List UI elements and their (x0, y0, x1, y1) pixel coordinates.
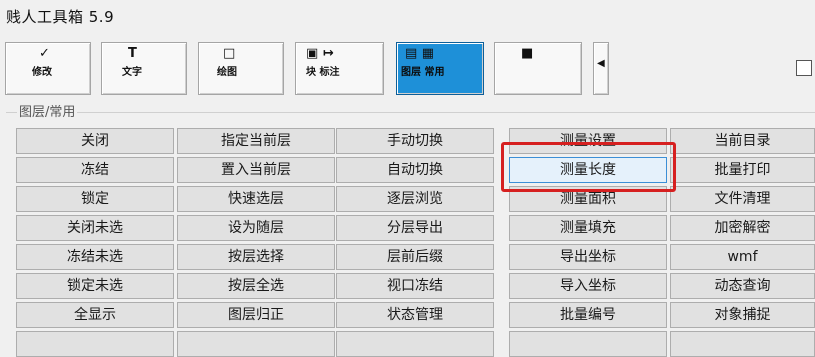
toolbar-scroll-left-button[interactable]: ◀ (593, 42, 609, 95)
toolbar-block-dim-label: 块 标注 (306, 67, 340, 78)
cmd-dynamic-query[interactable]: 动态查询 (670, 273, 815, 299)
toolbar-layer-common-button[interactable]: ▤ ▦ 图层 常用 (396, 42, 484, 95)
triangle-left-icon: ◀ (597, 58, 605, 69)
toolbar-layer-common-label: 图层 常用 (401, 67, 445, 78)
toolbar-modify-button[interactable]: ✓ 修改 (5, 42, 91, 95)
cmd-batch-number[interactable]: 批量编号 (509, 302, 667, 328)
cmd-import-coords[interactable]: 导入坐标 (509, 273, 667, 299)
cmd-file-cleanup[interactable]: 文件清理 (670, 186, 815, 212)
toolbar-draw-button[interactable]: □ 绘图 (198, 42, 284, 95)
toolbar-draw-label: 绘图 (217, 67, 237, 78)
cmd-close[interactable]: 关闭 (16, 128, 174, 154)
toolbar-text-label: 文字 (122, 67, 142, 78)
cmd-show-all[interactable]: 全显示 (16, 302, 174, 328)
misc-icon: ■ (521, 46, 534, 61)
cmd-layer-prefix-suffix[interactable]: 层前后缀 (336, 244, 494, 270)
cmd-lock-unselected[interactable]: 锁定未选 (16, 273, 174, 299)
cmd-quick-select-layer[interactable]: 快速选层 (177, 186, 335, 212)
toolbar: ✓ 修改 T 文字 □ 绘图 ▣ ↦ 块 标注 ▤ ▦ 图层 常用 ■ ◀ (0, 38, 815, 100)
cmd-lock[interactable]: 锁定 (16, 186, 174, 212)
cmd-select-by-layer[interactable]: 按层选择 (177, 244, 335, 270)
cmd-state-manage[interactable]: 状态管理 (336, 302, 494, 328)
cmd-select-all-by-layer[interactable]: 按层全选 (177, 273, 335, 299)
modify-icon: ✓ (39, 46, 50, 61)
cmd-export-coords[interactable]: 导出坐标 (509, 244, 667, 270)
cmd-batch-print[interactable]: 批量打印 (670, 157, 815, 183)
layer-common-icon: ▤ ▦ (405, 46, 435, 61)
cmd-layer-export[interactable]: 分层导出 (336, 215, 494, 241)
cmd-put-current-layer[interactable]: 置入当前层 (177, 157, 335, 183)
draw-icon: □ (223, 46, 236, 61)
cmd-layer-browse[interactable]: 逐层浏览 (336, 186, 494, 212)
cmd-viewport-freeze[interactable]: 视口冻结 (336, 273, 494, 299)
cmd-auto-switch[interactable]: 自动切换 (336, 157, 494, 183)
text-icon: T (128, 46, 137, 61)
group-divider (6, 112, 815, 113)
cmd-freeze[interactable]: 冻结 (16, 157, 174, 183)
cmd-measure-length[interactable]: 测量长度 (509, 157, 667, 183)
cmd-row7-col1[interactable] (16, 331, 174, 357)
cmd-measure-settings[interactable]: 测量设置 (509, 128, 667, 154)
cmd-measure-area[interactable]: 测量面积 (509, 186, 667, 212)
toolbar-text-button[interactable]: T 文字 (101, 42, 187, 95)
cmd-object-snap[interactable]: 对象捕捉 (670, 302, 815, 328)
cmd-close-unselected[interactable]: 关闭未选 (16, 215, 174, 241)
group-label: 图层/常用 (17, 101, 78, 120)
cmd-encrypt-decrypt[interactable]: 加密解密 (670, 215, 815, 241)
toolbar-misc-button[interactable]: ■ (494, 42, 582, 95)
cmd-measure-fill[interactable]: 测量填充 (509, 215, 667, 241)
toolbar-block-dim-button[interactable]: ▣ ↦ 块 标注 (295, 42, 384, 95)
cmd-freeze-unselected[interactable]: 冻结未选 (16, 244, 174, 270)
cmd-layer-normalize[interactable]: 图层归正 (177, 302, 335, 328)
block-dim-icon: ▣ ↦ (306, 46, 334, 61)
cmd-row7-col3[interactable] (336, 331, 494, 357)
cmd-manual-switch[interactable]: 手动切换 (336, 128, 494, 154)
cmd-set-bylayer[interactable]: 设为随层 (177, 215, 335, 241)
cmd-row7-col2[interactable] (177, 331, 335, 357)
cmd-current-dir[interactable]: 当前目录 (670, 128, 815, 154)
option-checkbox[interactable] (796, 60, 812, 76)
toolbar-modify-label: 修改 (32, 67, 52, 78)
cmd-wmf[interactable]: wmf (670, 244, 815, 270)
window-title: 贱人工具箱 5.9 (6, 8, 115, 26)
cmd-set-current-layer[interactable]: 指定当前层 (177, 128, 335, 154)
cmd-row7-col4[interactable] (509, 331, 667, 357)
cmd-row7-col5[interactable] (670, 331, 815, 357)
